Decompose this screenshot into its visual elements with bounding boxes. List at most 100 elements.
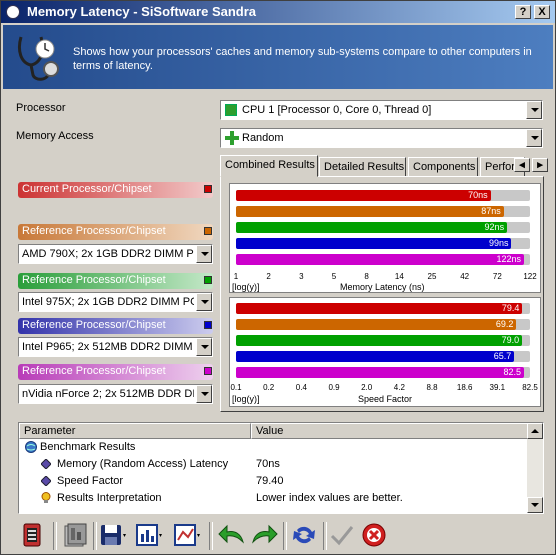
table-row[interactable]: Results Interpretation Lower index value… <box>19 490 529 507</box>
speed-scale-label: [log(y)] <box>232 394 260 404</box>
memory-access-select[interactable]: Random <box>220 128 543 148</box>
legend-reference-2: Reference Processor/Chipset <box>18 273 213 289</box>
axis-tick-label: 8 <box>364 272 369 281</box>
legend-reference-1-label: Reference Processor/Chipset <box>22 225 166 237</box>
report-icon[interactable] <box>59 520 89 550</box>
tab-combined-results[interactable]: Combined Results <box>220 155 318 177</box>
save-icon[interactable] <box>97 520 127 550</box>
sandra-app-icon <box>6 5 20 19</box>
globe-icon <box>25 441 37 453</box>
bar-value-label: 122ns <box>496 254 521 264</box>
chart-bar: 79.0 <box>236 335 523 346</box>
toolbar-separator <box>53 522 57 550</box>
axis-tick-label: 4.2 <box>393 383 405 392</box>
axis-tick-label: 8.8 <box>426 383 438 392</box>
chart-bar: 87ns <box>236 206 504 217</box>
row-parameter: Memory (Random Access) Latency <box>57 458 229 470</box>
chevron-down-icon[interactable] <box>196 245 212 263</box>
axis-tick-label: 5 <box>331 272 337 281</box>
tab-components[interactable]: Components <box>408 157 478 177</box>
latency-axis-ticks: 1 2 3 5 8 14 25 42 72 122 <box>234 272 537 282</box>
forward-arrow-icon[interactable] <box>249 520 279 550</box>
bar-value-label: 99ns <box>488 238 509 248</box>
legend-reference-1: Reference Processor/Chipset <box>18 224 213 240</box>
title-bar[interactable]: Memory Latency - SiSoftware Sandra ? X <box>1 1 555 23</box>
processor-label: Processor <box>16 102 66 114</box>
chart-bar: 65.7 <box>236 351 515 362</box>
table-scrollbar[interactable] <box>527 423 543 513</box>
help-button[interactable]: ? <box>515 5 531 19</box>
tab-scroll-right-button[interactable]: ▸ <box>532 158 548 172</box>
line-chart-icon[interactable] <box>171 520 201 550</box>
back-arrow-icon[interactable] <box>217 520 247 550</box>
legend-reference-4: Reference Processor/Chipset <box>18 364 213 380</box>
reference-1-select[interactable]: AMD 790X; 2x 1GB DDR2 DIMM PC2- <box>18 244 213 264</box>
row-value: 79.40 <box>256 475 284 487</box>
chevron-down-icon[interactable] <box>526 101 542 119</box>
bar-track: 122ns <box>236 254 530 265</box>
bar-value-label: 79.0 <box>501 335 520 345</box>
reference-2-select[interactable]: Intel 975X; 2x 1GB DDR2 DIMM PC2- <box>18 292 213 312</box>
chart-type-icon[interactable] <box>133 520 163 550</box>
axis-tick-label: 14 <box>394 272 404 281</box>
module-icon[interactable] <box>17 520 47 550</box>
axis-tick-label: 2 <box>266 272 271 281</box>
legend-current-swatch <box>204 185 212 193</box>
memory-access-label: Memory Access <box>16 130 94 142</box>
processor-select[interactable]: CPU 1 [Processor 0, Core 0, Thread 0] <box>220 100 543 120</box>
close-button[interactable]: X <box>534 5 550 19</box>
check-icon[interactable] <box>327 520 357 550</box>
toolbar-separator <box>283 522 287 550</box>
axis-tick-label: 42 <box>460 272 470 281</box>
table-row[interactable]: Benchmark Results <box>19 439 529 456</box>
scroll-up-button[interactable] <box>527 423 543 439</box>
diamond-icon <box>41 476 51 486</box>
latency-chart: 70ns 87ns 92ns 99ns 122ns 1 2 3 5 8 14 25 42 72 122 [… <box>229 183 541 293</box>
reference-4-value: nVidia nForce 2; 2x 512MB DDR DIM <box>22 388 194 400</box>
tab-scroll-left-button[interactable]: ◂ <box>514 158 530 172</box>
bar-track: 65.7 <box>236 351 530 362</box>
axis-tick-label: 39.1 <box>489 383 506 392</box>
column-header-value[interactable]: Value <box>251 423 529 439</box>
table-row[interactable]: Speed Factor 79.40 <box>19 473 529 490</box>
legend-reference-1-swatch <box>204 227 212 235</box>
axis-tick-label: 122 <box>523 272 537 281</box>
bar-value-label: 70ns <box>468 190 488 200</box>
bar-track: 79.0 <box>236 335 530 346</box>
scroll-down-button[interactable] <box>527 497 543 513</box>
legend-reference-3-label: Reference Processor/Chipset <box>22 319 166 331</box>
bar-track: 69.2 <box>236 319 530 330</box>
reference-4-select[interactable]: nVidia nForce 2; 2x 512MB DDR DIM <box>18 384 213 404</box>
memory-access-value: Random <box>242 132 284 144</box>
bar-value-label: 87ns <box>481 206 501 216</box>
chart-bar: 82.5 <box>236 367 524 378</box>
bottom-toolbar <box>3 516 553 554</box>
bar-value-label: 79.4 <box>501 303 520 313</box>
refresh-icon[interactable] <box>289 520 319 550</box>
chart-bar: 70ns <box>236 190 491 201</box>
lightbulb-icon <box>41 492 51 503</box>
stethoscope-icon <box>17 36 59 81</box>
chevron-down-icon[interactable] <box>526 129 542 147</box>
latency-scale-label: [log(y)] <box>232 282 260 292</box>
bar-value-label: 92ns <box>484 222 505 232</box>
cancel-icon[interactable] <box>359 520 389 550</box>
axis-tick-label: 18.6 <box>456 383 473 392</box>
chevron-down-icon[interactable] <box>196 338 212 356</box>
axis-tick-label: 0.9 <box>328 383 340 392</box>
chart-bar: 69.2 <box>236 319 517 330</box>
tab-detailed-results[interactable]: Detailed Results <box>319 157 406 177</box>
column-header-parameter[interactable]: Parameter <box>19 423 251 439</box>
legend-current-label: Current Processor/Chipset <box>22 183 152 195</box>
legend-reference-4-label: Reference Processor/Chipset <box>22 365 166 377</box>
chevron-down-icon[interactable] <box>196 293 212 311</box>
chevron-down-icon[interactable] <box>196 385 212 403</box>
table-row[interactable]: Memory (Random Access) Latency 70ns <box>19 456 529 473</box>
results-table: Parameter Value Benchmark Results Memory… <box>18 422 544 514</box>
row-parameter: Results Interpretation <box>57 492 162 504</box>
reference-3-select[interactable]: Intel P965; 2x 512MB DDR2 DIMM P <box>18 337 213 357</box>
row-parameter: Benchmark Results <box>40 441 136 453</box>
legend-reference-3: Reference Processor/Chipset <box>18 318 213 334</box>
processor-value: CPU 1 [Processor 0, Core 0, Thread 0] <box>242 104 432 116</box>
bar-track: 82.5 <box>236 367 530 378</box>
